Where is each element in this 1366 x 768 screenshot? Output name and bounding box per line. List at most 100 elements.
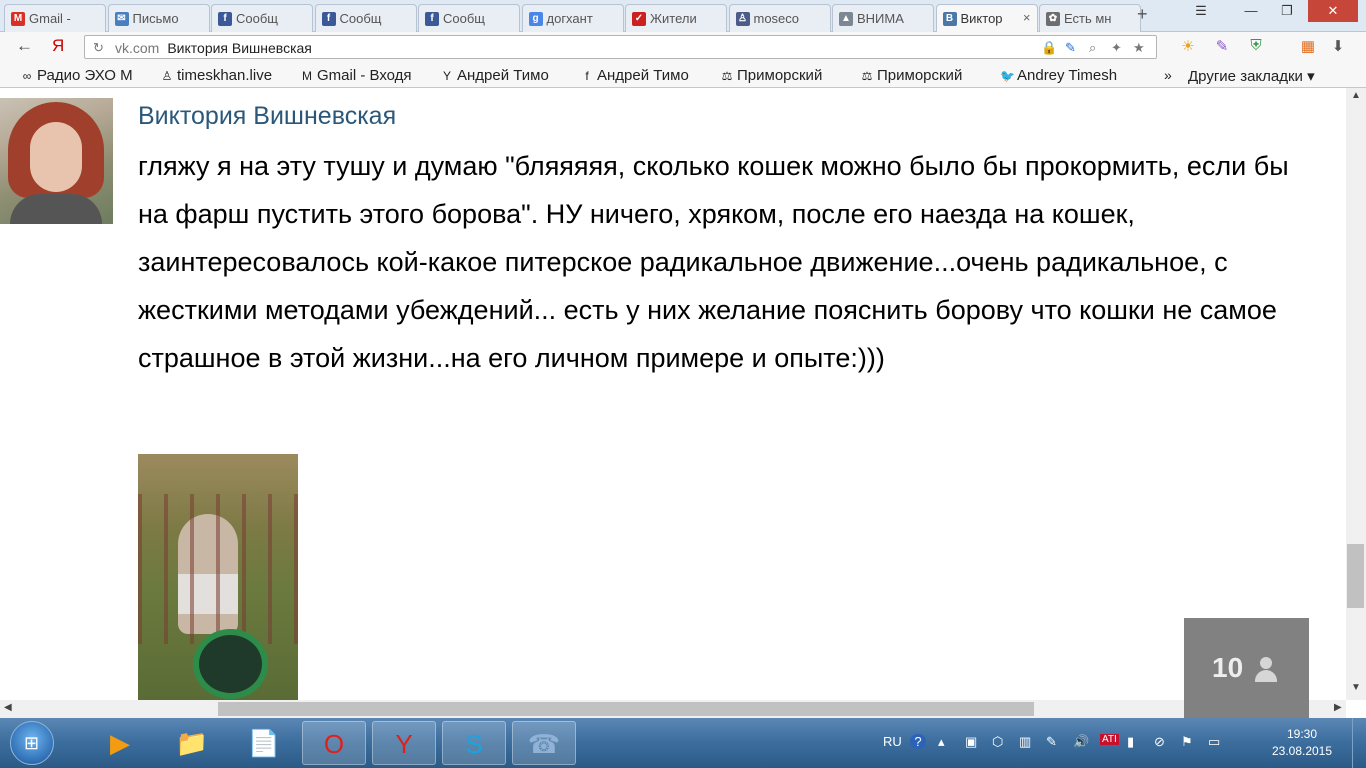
scroll-left-arrow-icon[interactable]: ◀ [4, 702, 12, 713]
bookmark-label: Gmail - Входя [317, 67, 412, 84]
bookmark-item[interactable]: ∞ Радио ЭХО М [20, 67, 152, 84]
tab-label: Gmail - [29, 11, 71, 26]
tray-expand-icon[interactable]: ▴ [938, 734, 945, 750]
tab-9[interactable]: B Виктор × [935, 4, 1038, 33]
language-indicator[interactable]: RU [883, 734, 902, 749]
browser-menu-icon[interactable]: ☰ [1186, 0, 1216, 22]
star-icon[interactable]: ★ [1133, 40, 1145, 56]
display-icon[interactable]: ▭ [1208, 734, 1220, 750]
gmail-icon: M [11, 12, 25, 26]
battery-icon[interactable]: ▮ [1127, 734, 1134, 750]
tab-label: Есть мн [1064, 11, 1112, 26]
horizontal-scrollbar[interactable]: ◀ ▶ [0, 700, 1346, 718]
tray-app-icon[interactable]: ▣ [965, 734, 977, 750]
tab-label: Сообщ [236, 11, 278, 26]
skype-icon[interactable]: S [442, 721, 506, 765]
tab-1[interactable]: ✉ Письмо [107, 4, 210, 32]
zoom-icon[interactable]: ⌕ [1089, 40, 1096, 56]
start-button[interactable]: ⊞ [10, 721, 54, 765]
post-author-name[interactable]: Виктория Вишневская [138, 102, 396, 131]
clock[interactable]: 19:30 23.08.2015 [1262, 726, 1342, 760]
show-desktop-button[interactable] [1352, 718, 1366, 768]
scroll-up-arrow-icon[interactable]: ▲ [1351, 90, 1361, 101]
back-button[interactable]: ← [16, 36, 33, 56]
bookmark-item[interactable]: 🐦 Andrey Timesh [1000, 67, 1132, 84]
tray-network-icon[interactable]: ⬡ [992, 734, 1003, 750]
media-player-icon[interactable]: ▶ [88, 721, 152, 765]
document-icon[interactable]: 📄 [232, 721, 296, 765]
bookmark-favicon-icon: ∞ [22, 69, 32, 83]
opera-icon[interactable]: O [302, 721, 366, 765]
download-icon[interactable]: ⬇ [1328, 37, 1348, 57]
bookmark-item[interactable]: M Gmail - Входя [300, 67, 432, 84]
phone-app-icon[interactable]: ☎ [512, 721, 576, 765]
new-tab-button[interactable]: + [1137, 4, 1148, 25]
bookmark-favicon-icon: ⚖ [721, 69, 733, 83]
windows-logo-icon: ⊞ [24, 733, 40, 753]
tab-label: Сообщ [339, 11, 382, 26]
scroll-right-arrow-icon[interactable]: ▶ [1334, 702, 1342, 713]
bookmark-favicon-icon: f [585, 69, 589, 83]
windows-taskbar: ⊞ ▶ 📁 📄 O Y S ☎ RU ? ▴ ▣ ⬡ ▥ ✎ 🔊 ATI ▮ ⊘ ⚑ ▭ 19:30 23.08… [0, 718, 1366, 768]
bookmark-label: Приморский [737, 67, 823, 84]
apps-icon[interactable]: ▦ [1298, 37, 1318, 57]
bookmark-item[interactable]: ♙ timeskhan.live [160, 67, 292, 84]
lock-icon: 🔒 [1041, 40, 1058, 55]
tray-pen-icon[interactable]: ✎ [1046, 734, 1057, 750]
bookmark-favicon-icon: 🐦 [1000, 69, 1015, 83]
vk-icon: B [942, 12, 957, 26]
volume-icon[interactable]: 🔊 [1073, 734, 1089, 750]
tab-label: Виктор [960, 11, 1003, 26]
facebook-icon: f [218, 12, 232, 26]
page-content: Виктория Вишневская гляжу я на эту тушу … [0, 88, 1346, 700]
bookmark-item[interactable]: Y Андрей Тимо [440, 67, 572, 84]
bookmark-label: Andrey Timesh [1017, 67, 1118, 84]
bookmark-item[interactable]: ⚖ Приморский [860, 67, 992, 84]
tray-sync-icon[interactable]: ▥ [1019, 734, 1031, 750]
tab-4[interactable]: f Сообщ [418, 4, 520, 32]
other-bookmarks-folder[interactable]: Другие закладки ▾ [1188, 67, 1315, 85]
yandex-button[interactable]: Я [52, 36, 64, 56]
shield-icon[interactable]: ⛨ [1246, 37, 1266, 57]
pen-icon[interactable]: ✎ [1065, 40, 1076, 56]
tab-label: Жители [650, 11, 697, 26]
address-host: vk.com [115, 40, 160, 56]
help-icon[interactable]: ? [910, 734, 926, 749]
post-photo[interactable] [138, 454, 298, 700]
bookmarks-overflow-icon[interactable]: » [1164, 67, 1172, 83]
action-center-icon[interactable]: ⚑ [1181, 734, 1193, 750]
vertical-scrollbar[interactable]: ▲ ▼ [1346, 88, 1366, 700]
tab-2[interactable]: f Сообщ [211, 4, 313, 32]
paw-icon: ✿ [1046, 12, 1060, 26]
feather-icon[interactable]: ✎ [1212, 37, 1232, 57]
ati-icon[interactable]: ATI [1100, 734, 1119, 745]
author-avatar[interactable] [0, 98, 113, 224]
reload-icon[interactable]: ↻ [93, 40, 104, 56]
vertical-scroll-thumb[interactable] [1347, 544, 1364, 608]
bookmark-item[interactable]: f Андрей Тимо [580, 67, 712, 84]
yandex-browser-icon[interactable]: Y [372, 721, 436, 765]
tab-5[interactable]: g догхант [521, 4, 624, 32]
bookmark-item[interactable]: ⚖ Приморский [720, 67, 852, 84]
close-tab-icon[interactable]: × [1023, 10, 1031, 25]
maximize-button[interactable]: ❐ [1272, 0, 1302, 22]
tab-10[interactable]: ✿ Есть мн [1039, 4, 1141, 32]
tab-6[interactable]: ✓ Жители [625, 4, 727, 32]
scroll-down-arrow-icon[interactable]: ▼ [1351, 682, 1361, 693]
address-bar[interactable]: ↻ vk.com Виктория Вишневская 🔒 ✎ ⌕ ✦ ★ [84, 35, 1157, 59]
tab-7[interactable]: ♙ moseco [728, 4, 831, 32]
tab-3[interactable]: f Сообщ [314, 4, 417, 32]
bookmark-label: Андрей Тимо [597, 67, 689, 84]
close-window-button[interactable]: ✕ [1308, 0, 1358, 22]
bookmark-favicon-icon: ⚖ [861, 69, 873, 83]
weather-icon[interactable]: ☀ [1178, 37, 1198, 57]
minimize-button[interactable]: — [1236, 0, 1266, 22]
tab-label: Сообщ [443, 11, 485, 26]
explorer-icon[interactable]: 📁 [160, 721, 224, 765]
online-friends-widget[interactable]: 10 [1184, 618, 1309, 720]
horizontal-scroll-thumb[interactable] [218, 702, 1034, 716]
tab-0[interactable]: M Gmail - [4, 4, 106, 32]
blocked-icon[interactable]: ⊘ [1154, 734, 1165, 750]
tab-8[interactable]: ▲ ВНИМА [832, 4, 934, 32]
extension-icon[interactable]: ✦ [1111, 40, 1122, 56]
